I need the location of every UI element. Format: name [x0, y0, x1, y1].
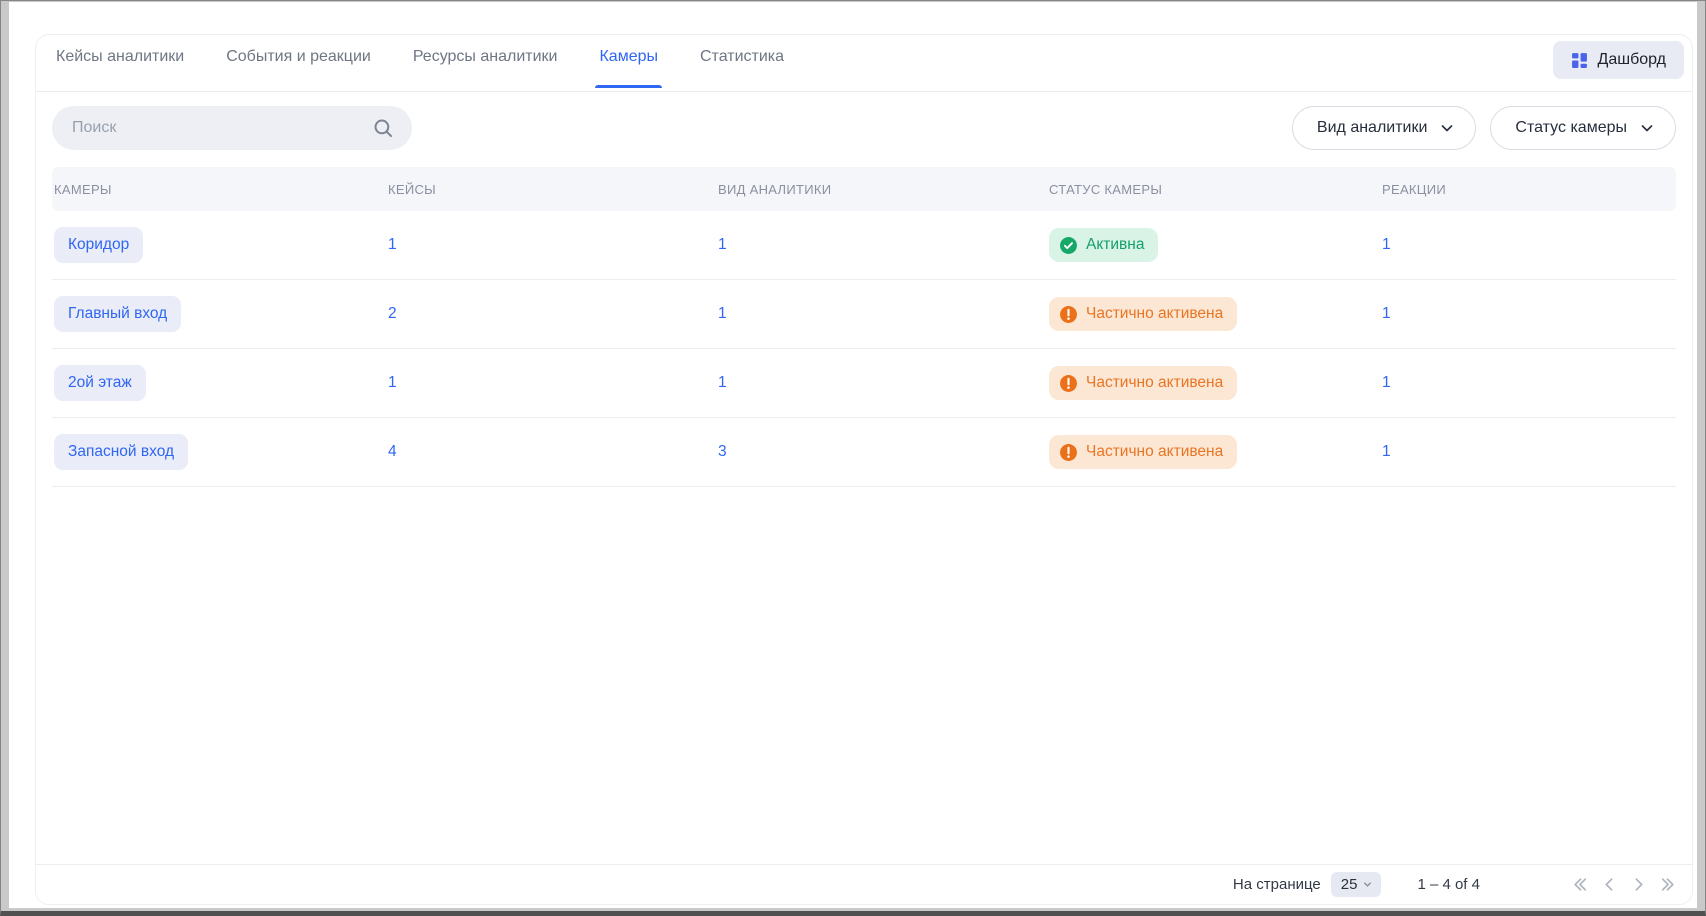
cases-cell: 1 — [388, 236, 718, 254]
camera-cell: Запасной вход — [54, 434, 388, 470]
chevron-down-icon — [1639, 120, 1655, 136]
table-row: 2ой этаж 1 1 Частично активена 1 — [52, 349, 1676, 418]
tab-analytics-resources[interactable]: Ресурсы аналитики — [413, 48, 558, 88]
per-page-select[interactable]: 25 — [1331, 872, 1382, 897]
prev-page-button[interactable] — [1599, 874, 1620, 895]
search-icon — [372, 117, 394, 144]
filter-analytics-type[interactable]: Вид аналитики — [1292, 106, 1477, 150]
analytics-type-cell: 3 — [718, 443, 1049, 461]
analytics-type-cell: 1 — [718, 236, 1049, 254]
table-body: Коридор 1 1 Активна 1 Главный вход — [36, 211, 1692, 487]
reactions-link[interactable]: 1 — [1382, 374, 1391, 391]
dashboard-grid-icon — [1571, 52, 1588, 69]
reactions-cell: 1 — [1382, 443, 1676, 461]
status-label: Частично активена — [1086, 443, 1223, 461]
controls-row: Вид аналитики Статус камеры — [52, 106, 1676, 150]
camera-chip[interactable]: Коридор — [54, 227, 143, 263]
reactions-cell: 1 — [1382, 236, 1676, 254]
camera-status-badge: Активна — [1049, 228, 1158, 262]
dashboard-button-label: Дашборд — [1598, 51, 1667, 69]
check-circle-icon — [1059, 236, 1078, 255]
page-background: Кейсы аналитики События и реакции Ресурс… — [9, 2, 1697, 908]
camera-cell: 2ой этаж — [54, 365, 388, 401]
status-label: Частично активена — [1086, 374, 1223, 392]
status-cell: Частично активена — [1049, 366, 1382, 400]
analytics-type-cell: 1 — [718, 305, 1049, 323]
per-page-label: На странице — [1233, 876, 1321, 893]
camera-status-badge: Частично активена — [1049, 297, 1237, 331]
pagination-range: 1 – 4 of 4 — [1417, 876, 1480, 893]
table-header: КАМЕРЫ КЕЙСЫ ВИД АНАЛИТИКИ СТАТУС КАМЕРЫ… — [52, 167, 1676, 211]
per-page-value: 25 — [1341, 876, 1358, 893]
next-page-button[interactable] — [1628, 874, 1649, 895]
exclamation-circle-icon — [1059, 443, 1078, 462]
tab-cameras[interactable]: Камеры — [599, 48, 658, 88]
filters-group: Вид аналитики Статус камеры — [1292, 106, 1676, 150]
cases-cell: 4 — [388, 443, 718, 461]
filter-analytics-type-label: Вид аналитики — [1317, 119, 1428, 137]
pagination-bar: На странице 25 1 – 4 of 4 — [36, 864, 1692, 904]
reactions-cell: 1 — [1382, 305, 1676, 323]
column-header-cameras: КАМЕРЫ — [54, 182, 388, 197]
column-header-camera-status: СТАТУС КАМЕРЫ — [1049, 182, 1382, 197]
analytics-type-cell: 1 — [718, 374, 1049, 392]
analytics-count-link[interactable]: 1 — [718, 305, 727, 322]
table-row: Главный вход 2 1 Частично активена 1 — [52, 280, 1676, 349]
table-row: Коридор 1 1 Активна 1 — [52, 211, 1676, 280]
filter-camera-status-label: Статус камеры — [1515, 119, 1627, 137]
exclamation-circle-icon — [1059, 305, 1078, 324]
search-box — [52, 106, 412, 150]
status-label: Частично активена — [1086, 305, 1223, 323]
pager-buttons — [1570, 874, 1678, 895]
status-cell: Частично активена — [1049, 435, 1382, 469]
tab-events-reactions[interactable]: События и реакции — [226, 48, 371, 88]
cases-link[interactable]: 2 — [388, 305, 397, 322]
search-input[interactable] — [52, 106, 412, 150]
cases-cell: 1 — [388, 374, 718, 392]
chevron-down-icon — [1362, 879, 1373, 890]
analytics-count-link[interactable]: 1 — [718, 236, 727, 253]
camera-status-badge: Частично активена — [1049, 366, 1237, 400]
tab-statistics[interactable]: Статистика — [700, 48, 784, 88]
camera-chip[interactable]: Запасной вход — [54, 434, 188, 470]
analytics-count-link[interactable]: 3 — [718, 443, 727, 460]
column-header-cases: КЕЙСЫ — [388, 182, 718, 197]
exclamation-circle-icon — [1059, 374, 1078, 393]
tab-analytics-cases[interactable]: Кейсы аналитики — [56, 48, 184, 88]
camera-chip[interactable]: Главный вход — [54, 296, 181, 332]
camera-cell: Главный вход — [54, 296, 388, 332]
cases-cell: 2 — [388, 305, 718, 323]
first-page-button[interactable] — [1570, 874, 1591, 895]
dashboard-button[interactable]: Дашборд — [1553, 41, 1685, 79]
status-cell: Активна — [1049, 228, 1382, 262]
column-header-analytics-type: ВИД АНАЛИТИКИ — [718, 182, 1049, 197]
column-header-reactions: РЕАКЦИИ — [1382, 182, 1676, 197]
status-cell: Частично активена — [1049, 297, 1382, 331]
reactions-link[interactable]: 1 — [1382, 305, 1391, 322]
status-label: Активна — [1086, 236, 1144, 254]
reactions-link[interactable]: 1 — [1382, 443, 1391, 460]
camera-status-badge: Частично активена — [1049, 435, 1237, 469]
cases-link[interactable]: 1 — [388, 374, 397, 391]
table-row: Запасной вход 4 3 Частично активена 1 — [52, 418, 1676, 487]
camera-cell: Коридор — [54, 227, 388, 263]
reactions-cell: 1 — [1382, 374, 1676, 392]
reactions-link[interactable]: 1 — [1382, 236, 1391, 253]
content-card: Кейсы аналитики События и реакции Ресурс… — [35, 34, 1693, 905]
cases-link[interactable]: 1 — [388, 236, 397, 253]
analytics-count-link[interactable]: 1 — [718, 374, 727, 391]
cases-link[interactable]: 4 — [388, 443, 397, 460]
camera-chip[interactable]: 2ой этаж — [54, 365, 146, 401]
app-window: Кейсы аналитики События и реакции Ресурс… — [0, 0, 1706, 916]
chevron-down-icon — [1439, 120, 1455, 136]
last-page-button[interactable] — [1657, 874, 1678, 895]
filter-camera-status[interactable]: Статус камеры — [1490, 106, 1676, 150]
tabs-bar: Кейсы аналитики События и реакции Ресурс… — [36, 35, 1692, 92]
